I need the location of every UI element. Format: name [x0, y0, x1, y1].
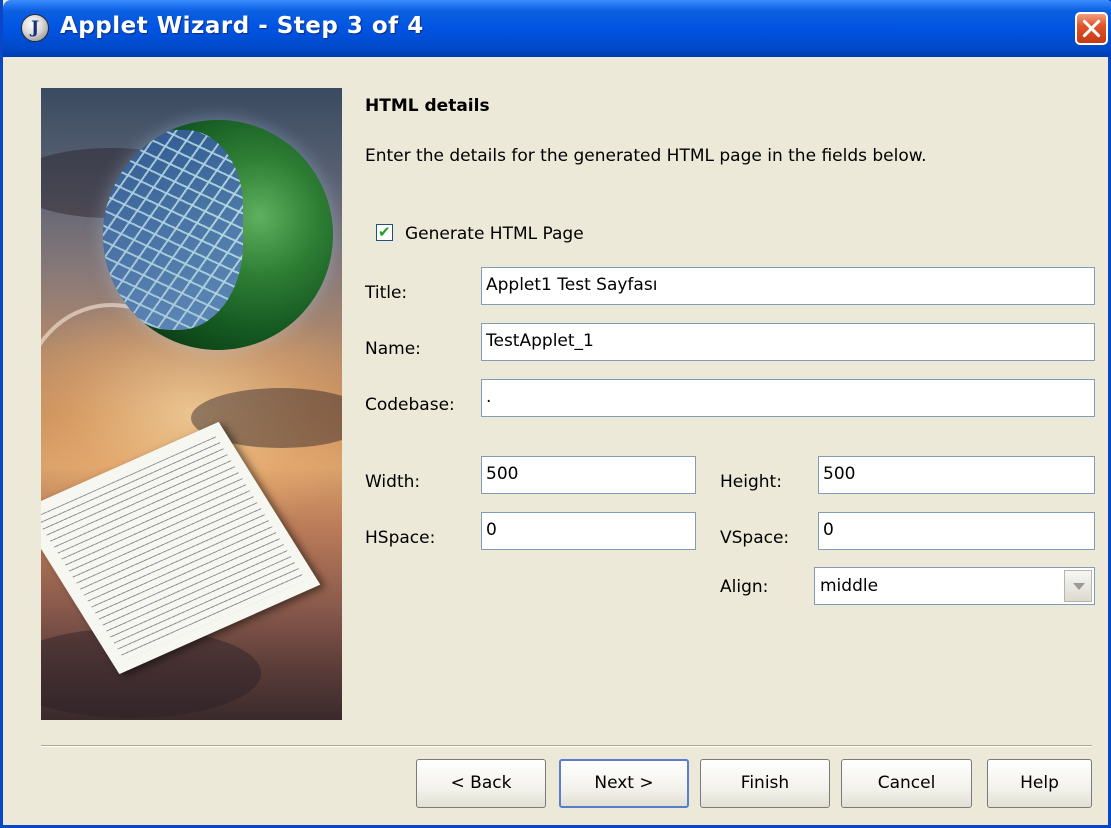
align-selected-value: middle: [820, 576, 879, 596]
name-field[interactable]: TestApplet_1: [481, 323, 1095, 361]
height-field[interactable]: 500: [818, 456, 1095, 494]
title-field[interactable]: Applet1 Test Sayfası: [481, 267, 1095, 305]
vspace-field[interactable]: 0: [818, 512, 1095, 550]
section-description: Enter the details for the generated HTML…: [365, 146, 927, 166]
help-button[interactable]: Help: [987, 759, 1092, 808]
codebase-label: Codebase:: [365, 395, 455, 415]
chevron-down-icon[interactable]: [1064, 570, 1092, 602]
applet-wizard-window: J Applet Wizard - Step 3 of 4 HTML detai…: [0, 0, 1111, 828]
height-label: Height:: [720, 472, 782, 492]
close-button[interactable]: [1075, 12, 1108, 45]
section-heading: HTML details: [365, 96, 490, 116]
cancel-button[interactable]: Cancel: [841, 759, 972, 808]
align-select[interactable]: middle: [814, 567, 1095, 605]
wizard-illustration: [41, 88, 342, 720]
checkmark-icon: ✔: [378, 223, 391, 241]
generate-html-checkbox[interactable]: ✔: [376, 223, 393, 241]
next-button[interactable]: Next >: [559, 759, 689, 808]
window-title: Applet Wizard - Step 3 of 4: [60, 13, 424, 39]
vspace-label: VSpace:: [720, 528, 790, 548]
width-field[interactable]: 500: [481, 456, 696, 494]
name-label: Name:: [365, 339, 421, 359]
hspace-field[interactable]: 0: [481, 512, 696, 550]
codebase-field[interactable]: .: [481, 379, 1095, 417]
back-button[interactable]: < Back: [416, 759, 546, 808]
globe-grid-overlay: [103, 120, 333, 350]
title-bar[interactable]: J Applet Wizard - Step 3 of 4: [3, 0, 1111, 57]
width-label: Width:: [365, 472, 421, 492]
align-label: Align:: [720, 577, 769, 597]
java-app-icon: J: [21, 14, 49, 42]
footer-separator-highlight: [41, 746, 1092, 747]
finish-button[interactable]: Finish: [700, 759, 830, 808]
title-label: Title:: [365, 283, 408, 303]
hspace-label: HSpace:: [365, 528, 436, 548]
generate-html-label: Generate HTML Page: [405, 224, 584, 244]
